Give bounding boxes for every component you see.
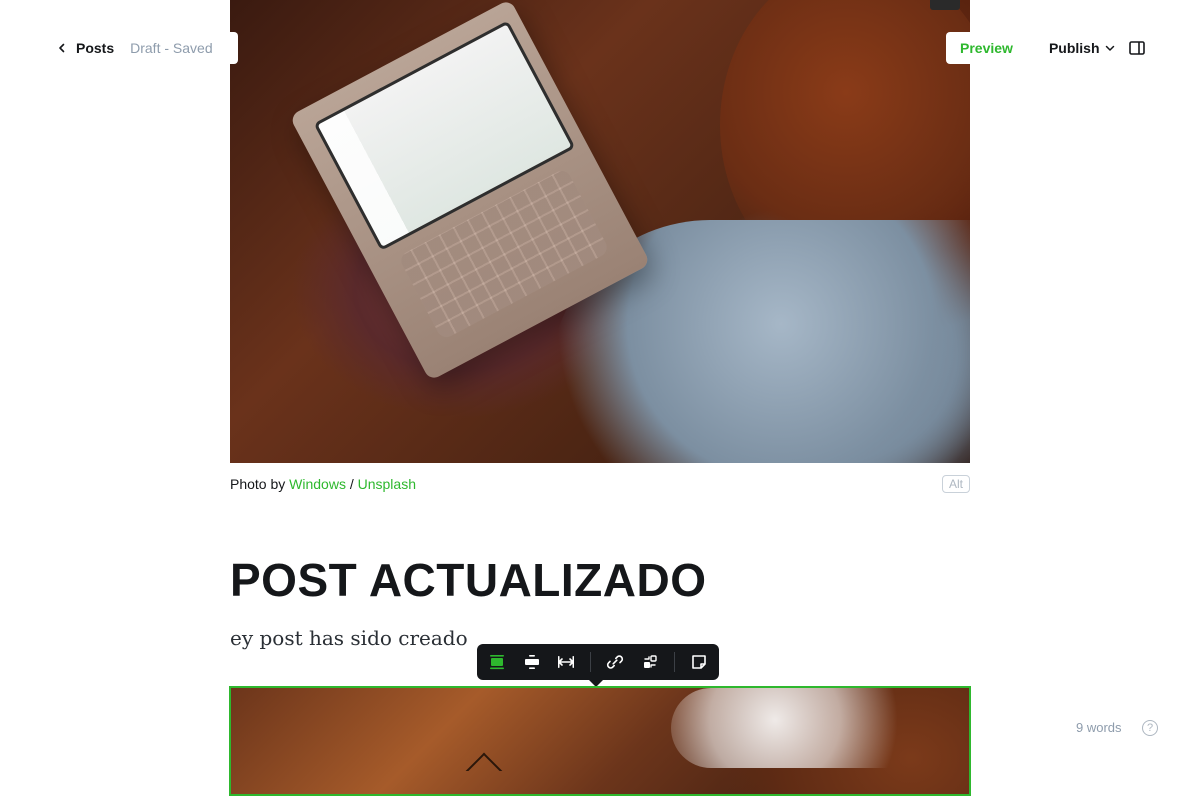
image-card-toolbar <box>477 644 719 687</box>
photo-shadow-shape <box>465 752 503 790</box>
caption-prefix: Photo by <box>230 476 290 492</box>
alt-text-button[interactable]: Alt <box>941 475 970 493</box>
photo-highlight <box>671 688 931 768</box>
snippet-icon <box>692 655 706 669</box>
image-settings-handle[interactable] <box>930 0 960 10</box>
image-width-full-button[interactable] <box>556 651 576 673</box>
publish-dropdown[interactable]: Publish <box>1049 40 1116 56</box>
add-link-button[interactable] <box>605 651 625 673</box>
save-snippet-button[interactable] <box>689 651 709 673</box>
image-width-wide-button[interactable] <box>521 651 541 673</box>
image-width-regular-button[interactable] <box>487 651 507 673</box>
toolbar-separator <box>590 652 591 672</box>
toolbar-separator <box>673 652 675 672</box>
back-label: Posts <box>76 40 115 56</box>
publish-label: Publish <box>1048 40 1100 56</box>
image-width-wide-icon <box>524 655 539 669</box>
post-title[interactable]: POST ACTUALIZADO <box>230 552 970 608</box>
word-count: 9 words <box>1076 720 1122 735</box>
back-to-posts-button[interactable]: Posts <box>56 40 114 56</box>
preview-button[interactable]: Preview <box>960 40 1013 56</box>
unsplash-link[interactable]: Unsplash <box>358 476 416 492</box>
photographer-link[interactable]: Windows <box>289 476 346 492</box>
chevron-left-icon <box>59 43 65 53</box>
caption-text: Photo by Windows / Unsplash <box>230 476 416 492</box>
replace-image-button[interactable] <box>639 651 659 673</box>
save-status: Draft - Saved <box>130 40 213 56</box>
selected-image-card[interactable] <box>229 686 971 796</box>
help-icon[interactable]: ? <box>1142 720 1158 736</box>
editor-topbar-left: Posts Draft - Saved <box>44 32 238 64</box>
image-width-regular-icon <box>490 655 505 670</box>
link-icon <box>607 655 624 669</box>
caption-separator: / <box>349 476 358 492</box>
sidebar-toggle-icon[interactable] <box>1128 39 1146 57</box>
replace-image-icon <box>643 655 657 668</box>
chevron-down-icon <box>1105 45 1114 51</box>
feature-image[interactable] <box>230 0 970 463</box>
image-width-full-icon <box>557 656 574 668</box>
help-symbol: ? <box>1146 722 1154 734</box>
editor-topbar-right: Preview Publish <box>946 32 1170 64</box>
image-caption[interactable]: Photo by Windows / Unsplash Alt <box>230 473 970 495</box>
